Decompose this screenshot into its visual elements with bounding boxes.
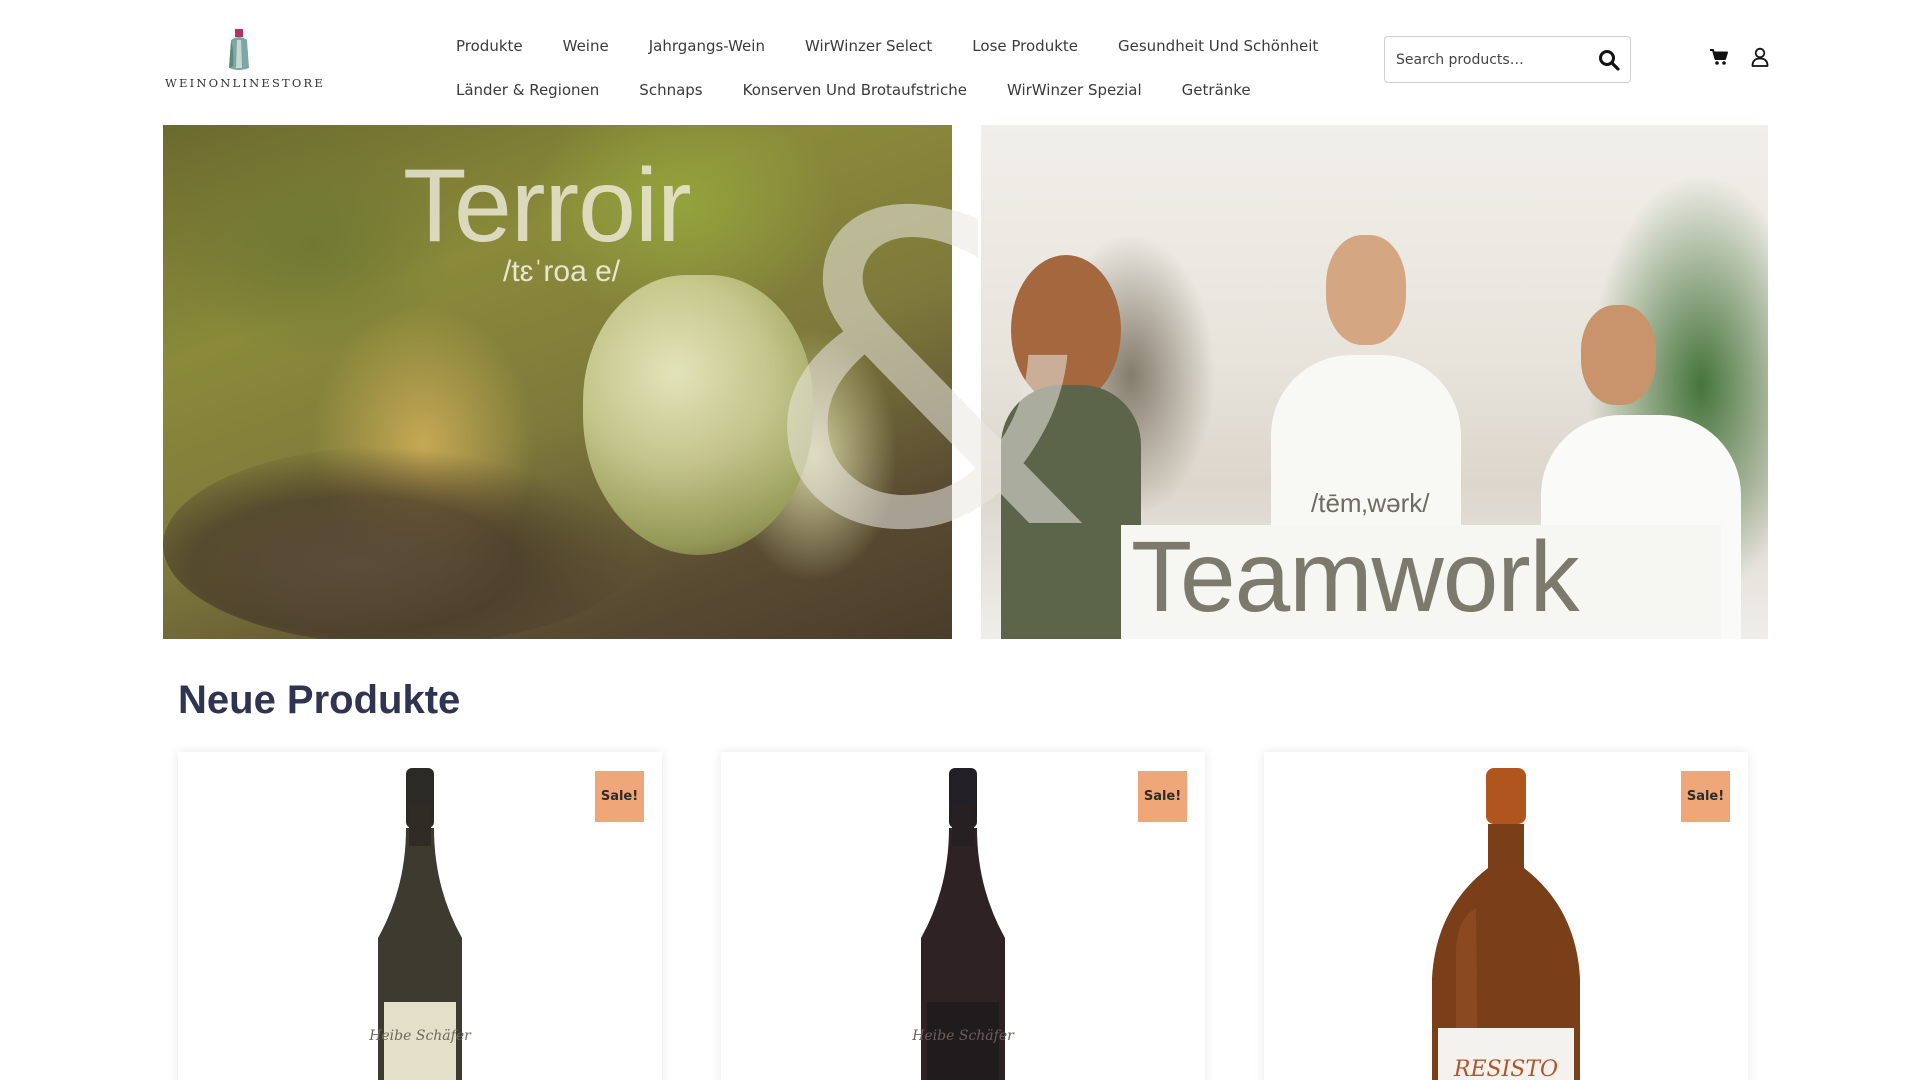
product-grid: Sale! Heibe Schäfer Sale! Heibe Schäfer … (178, 752, 1752, 1080)
nav-item-produkte[interactable]: Produkte (456, 37, 523, 55)
wine-bottle-image: RESISTO (1432, 768, 1580, 1080)
banner-teamwork[interactable]: /tēm‚wərk/ Teamwork (981, 125, 1768, 639)
user-account-icon[interactable] (1751, 47, 1769, 67)
banner-teamwork-word: Teamwork (1131, 521, 1580, 633)
section-title-new-products: Neue Produkte (178, 678, 461, 722)
nav-item-jahrgangs-wein[interactable]: Jahrgangs-Wein (649, 37, 765, 55)
person-image (1001, 385, 1141, 639)
person-image (1581, 305, 1656, 405)
product-card[interactable]: Sale! RESISTO (1264, 752, 1748, 1080)
sale-badge: Sale! (595, 771, 644, 822)
nav-item-schnaps[interactable]: Schnaps (639, 81, 702, 99)
bottle-label-text: Heibe Schäfer (368, 1028, 472, 1044)
bottle-label-text: Heibe Schäfer (911, 1028, 1015, 1044)
bottle-label-text: RESISTO (1453, 1057, 1558, 1080)
store-logo[interactable]: WEINONLINESTORE (165, 28, 325, 92)
nav-item-wirwinzer-select[interactable]: WirWinzer Select (805, 37, 932, 55)
wine-bottle-image: Heibe Schäfer (911, 768, 1015, 1080)
product-card[interactable]: Sale! Heibe Schäfer (178, 752, 662, 1080)
banner-terroir-word: Terroir (403, 148, 692, 264)
search-box (1384, 36, 1631, 83)
sale-badge: Sale! (1138, 771, 1187, 822)
nav-row-secondary: Länder & Regionen Schnaps Konserven Und … (456, 68, 1316, 112)
person-image (1011, 255, 1121, 405)
nav-item-weine[interactable]: Weine (563, 37, 609, 55)
search-icon[interactable] (1598, 49, 1620, 71)
banner-terroir-phonetic: /tɛˈroa e/ (503, 255, 621, 288)
search-input[interactable] (1385, 37, 1585, 82)
wine-bottle-image: Heibe Schäfer (368, 768, 472, 1080)
vine-branch-image (163, 445, 643, 639)
banner-teamwork-phonetic: /tēm‚wərk/ (1311, 488, 1430, 518)
wine-bottle-logo-icon (229, 29, 249, 70)
person-image (1326, 235, 1406, 345)
cart-icon[interactable] (1709, 48, 1729, 66)
sale-badge: Sale! (1681, 771, 1730, 822)
product-card[interactable]: Sale! Heibe Schäfer (721, 752, 1205, 1080)
nav-item-konserven[interactable]: Konserven Und Brotaufstriche (743, 81, 967, 99)
nav-item-wirwinzer-spezial[interactable]: WirWinzer Spezial (1007, 81, 1142, 99)
nav-item-getraenke[interactable]: Getränke (1182, 81, 1251, 99)
logo-text: WEINONLINESTORE (165, 76, 325, 90)
main-navigation: Produkte Weine Jahrgangs-Wein WirWinzer … (456, 24, 1318, 112)
nav-item-laender-regionen[interactable]: Länder & Regionen (456, 81, 599, 99)
nav-item-gesundheit-und-schoenheit[interactable]: Gesundheit Und Schönheit (1118, 37, 1318, 55)
site-header: WEINONLINESTORE Produkte Weine Jahrgangs… (0, 0, 1920, 115)
nav-row-primary: Produkte Weine Jahrgangs-Wein WirWinzer … (456, 24, 1318, 68)
nav-item-lose-produkte[interactable]: Lose Produkte (972, 37, 1078, 55)
banner-terroir[interactable]: Terroir /tɛˈroa e/ (163, 125, 952, 639)
